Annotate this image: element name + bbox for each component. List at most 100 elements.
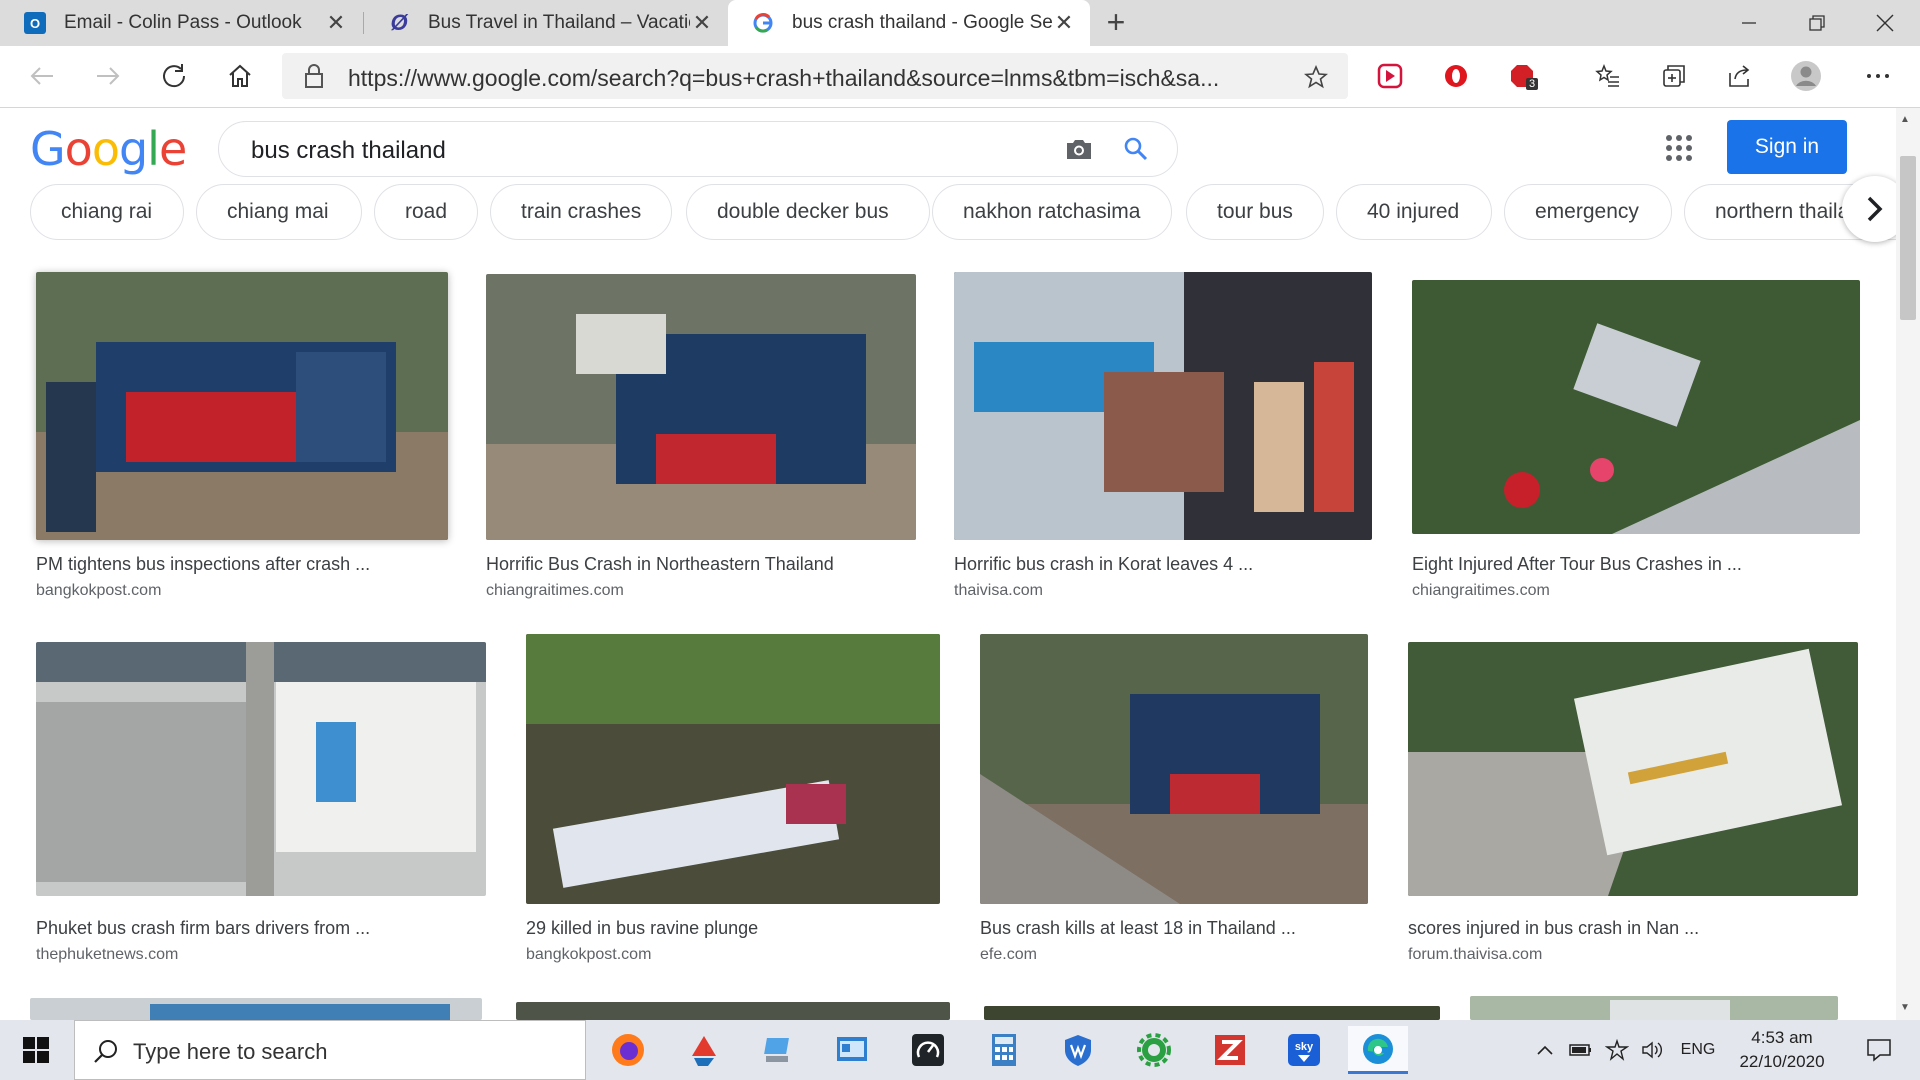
close-tab-icon[interactable]: ✕ [324,10,348,36]
close-window-button[interactable] [1852,0,1918,46]
avatar-icon [1791,61,1821,91]
taskbar-sky[interactable]: sky [1274,1026,1334,1074]
chip[interactable]: emergency [1504,184,1672,240]
bus-crash-photo [984,1006,1440,1020]
chip[interactable]: train crashes [490,184,672,240]
favorites-button[interactable] [1590,58,1626,94]
taskbar-calculator[interactable] [974,1026,1034,1074]
result-title[interactable]: Phuket bus crash firm bars drivers from … [36,918,370,939]
extension-opera-button[interactable] [1438,58,1474,94]
forward-button[interactable] [88,56,128,96]
image-result[interactable]: Horrific Bus Crash in Northeastern Thail… [486,274,916,604]
close-tab-icon[interactable]: ✕ [1052,10,1076,36]
collections-button[interactable] [1656,58,1692,94]
profile-button[interactable] [1788,58,1824,94]
result-thumbnail[interactable] [1470,996,1838,1020]
image-result[interactable]: Eight Injured After Tour Bus Crashes in … [1412,280,1860,604]
home-button[interactable] [220,56,260,96]
chip[interactable]: nakhon ratchasima [932,184,1172,240]
start-button[interactable] [0,1020,72,1080]
result-thumbnail[interactable] [36,272,448,540]
chip[interactable]: road [374,184,478,240]
taskbar-search[interactable]: Type here to search [74,1020,586,1080]
result-source: thephuketnews.com [36,946,179,963]
result-title[interactable]: Horrific bus crash in Korat leaves 4 ... [954,554,1253,575]
taskbar-ccleaner[interactable] [674,1026,734,1074]
extension-adblock-button[interactable]: 3 [1504,58,1540,94]
favorite-star-icon[interactable] [1304,65,1328,89]
search-box[interactable]: bus crash thailand [218,121,1178,177]
scroll-up-arrow-icon[interactable]: ▲ [1900,114,1910,125]
language-indicator[interactable]: ENG [1676,1020,1720,1080]
result-thumbnail[interactable] [36,642,486,896]
image-result[interactable]: 29 killed in bus ravine plunge bangkokpo… [526,634,940,972]
camera-icon[interactable] [1065,136,1093,162]
taskbar-control-panel[interactable] [822,1026,882,1074]
chip[interactable]: chiang mai [196,184,362,240]
taskbar-settings-gear[interactable] [1124,1026,1184,1074]
taskbar-firefox[interactable] [598,1026,658,1074]
chip[interactable]: tour bus [1186,184,1324,240]
scroll-down-arrow-icon[interactable]: ▼ [1900,1002,1910,1013]
settings-more-button[interactable] [1860,58,1896,94]
tab-outlook[interactable]: O Email - Colin Pass - Outlook ✕ [0,0,362,46]
restore-button[interactable] [1784,0,1850,46]
result-title[interactable]: 29 killed in bus ravine plunge [526,918,758,939]
result-title[interactable]: scores injured in bus crash in Nan ... [1408,918,1699,939]
chip[interactable]: chiang rai [30,184,184,240]
gear-icon [1137,1033,1171,1067]
result-thumbnail[interactable] [954,272,1372,540]
result-title[interactable]: Horrific Bus Crash in Northeastern Thail… [486,554,834,575]
result-thumbnail[interactable] [984,1006,1440,1020]
address-bar[interactable]: https://www.google.com/search?q=bus+cras… [282,53,1348,99]
result-thumbnail[interactable] [486,274,916,540]
tab-google-search[interactable]: bus crash thailand - Google Sear ✕ [728,0,1090,46]
result-thumbnail[interactable] [526,634,940,904]
sign-in-button[interactable]: Sign in [1727,120,1847,174]
result-thumbnail[interactable] [30,998,482,1020]
minimize-button[interactable] [1716,0,1782,46]
image-result[interactable]: scores injured in bus crash in Nan ... f… [1408,642,1858,972]
show-hidden-icons-button[interactable] [1530,1020,1560,1080]
result-thumbnail[interactable] [1408,642,1858,896]
taskbar-speedometer[interactable] [898,1026,958,1074]
network-tray[interactable] [1602,1020,1632,1080]
result-title[interactable]: PM tightens bus inspections after crash … [36,554,370,575]
apps-grid-icon[interactable] [1666,135,1692,161]
close-tab-icon[interactable]: ✕ [690,10,714,36]
image-result[interactable]: Phuket bus crash firm bars drivers from … [36,642,486,972]
share-button[interactable] [1722,58,1758,94]
volume-tray[interactable] [1638,1020,1668,1080]
chip[interactable]: 40 injured [1336,184,1492,240]
page-scrollbar[interactable]: ▲ ▼ [1896,108,1920,1020]
result-thumbnail[interactable] [516,1002,950,1020]
result-title[interactable]: Bus crash kills at least 18 in Thailand … [980,918,1296,939]
result-source: chiangraitimes.com [486,582,624,599]
taskbar-edge[interactable] [1348,1026,1408,1074]
image-result[interactable]: Horrific bus crash in Korat leaves 4 ...… [954,272,1372,604]
scrollbar-thumb[interactable] [1900,156,1916,320]
taskbar-computer[interactable] [748,1026,808,1074]
taskbar-zotero[interactable] [1200,1026,1260,1074]
battery-tray[interactable] [1566,1020,1596,1080]
search-icon[interactable] [1123,136,1149,162]
search-input[interactable]: bus crash thailand [251,137,446,165]
taskbar-clock[interactable]: 4:53 am 22/10/2020 [1722,1026,1842,1074]
image-result[interactable]: Bus crash kills at least 18 in Thailand … [980,634,1368,972]
tab-bus-travel[interactable]: Ø Bus Travel in Thailand – Vacation ✕ [364,0,728,46]
extension-play-button[interactable] [1372,58,1408,94]
tab-title: Bus Travel in Thailand – Vacation [428,12,690,33]
result-thumbnail[interactable] [980,634,1368,904]
taskbar-defender[interactable] [1048,1026,1108,1074]
result-source: forum.thaivisa.com [1408,946,1543,963]
back-button[interactable] [22,56,62,96]
result-title[interactable]: Eight Injured After Tour Bus Crashes in … [1412,554,1742,575]
google-logo[interactable]: Google [30,122,187,176]
new-tab-button[interactable]: + [1098,4,1134,40]
image-result[interactable]: PM tightens bus inspections after crash … [36,272,448,602]
result-thumbnail[interactable] [1412,280,1860,534]
refresh-button[interactable] [154,56,194,96]
notifications-button[interactable] [1854,1020,1904,1080]
bus-crash-photo [980,634,1368,904]
chip[interactable]: double decker bus [686,184,930,240]
